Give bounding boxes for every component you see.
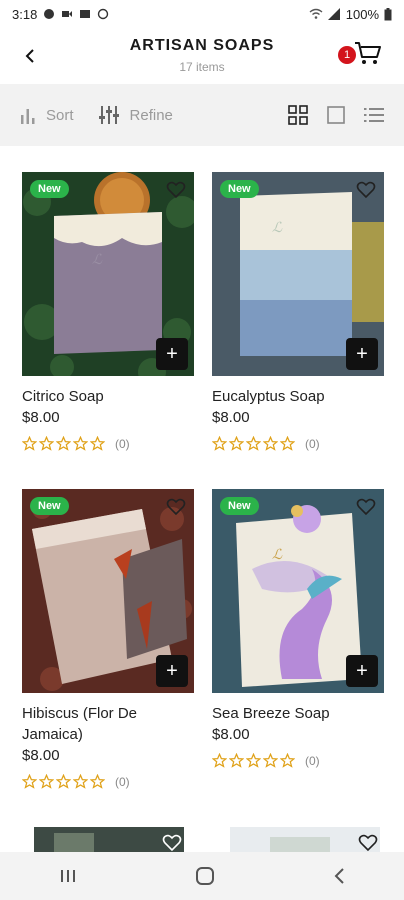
product-name[interactable]: Eucalyptus Soap xyxy=(212,386,384,407)
list-view-icon[interactable] xyxy=(364,106,384,124)
star-icon xyxy=(280,753,295,768)
status-time: 3:18 xyxy=(12,6,38,22)
star-icon xyxy=(22,774,37,789)
svg-text:ℒ: ℒ xyxy=(272,548,283,563)
product-name[interactable]: Hibiscus (Flor De Jamaica) xyxy=(22,703,194,745)
star-icon xyxy=(263,753,278,768)
image-icon xyxy=(80,10,91,18)
product-card[interactable]: ℒ New + Sea Breeze Soap $8.00 (0) xyxy=(212,489,384,768)
instagram-icon xyxy=(98,8,109,20)
rating-stars: (0) xyxy=(22,774,194,789)
notification-icon xyxy=(44,9,55,19)
plus-icon: + xyxy=(356,659,368,682)
heart-icon[interactable] xyxy=(166,180,186,200)
product-name[interactable]: Citrico Soap xyxy=(22,386,194,407)
product-card[interactable]: New + Hibiscus (Flor De Jamaica) $8.00 (… xyxy=(22,489,194,789)
star-icon xyxy=(229,436,244,451)
star-icon xyxy=(246,753,261,768)
heart-icon[interactable] xyxy=(162,833,182,853)
product-image[interactable]: New + xyxy=(22,489,194,693)
add-to-cart-button[interactable]: + xyxy=(346,655,378,687)
cart-icon xyxy=(355,42,381,64)
wifi-icon xyxy=(309,8,323,19)
star-icon xyxy=(212,436,227,451)
star-icon xyxy=(22,436,37,451)
recent-apps-icon[interactable] xyxy=(58,867,78,885)
refine-button[interactable]: Refine xyxy=(98,105,173,125)
heart-icon[interactable] xyxy=(356,180,376,200)
product-image[interactable]: ℒ New + xyxy=(212,489,384,693)
star-icon xyxy=(212,753,227,768)
star-icon xyxy=(39,774,54,789)
star-icon xyxy=(39,436,54,451)
star-icon xyxy=(229,753,244,768)
add-to-cart-button[interactable]: + xyxy=(346,338,378,370)
rating-count: (0) xyxy=(115,774,130,789)
product-card[interactable]: ℒ New + Citrico Soap $8.00 (0) xyxy=(22,172,194,451)
product-price: $8.00 xyxy=(22,409,60,426)
svg-text:ℒ: ℒ xyxy=(272,221,283,236)
product-card[interactable]: ℒ New + Eucalyptus Soap $8.00 (0) xyxy=(212,172,384,451)
star-icon xyxy=(263,436,278,451)
battery-text: 100% xyxy=(345,6,379,22)
heart-icon[interactable] xyxy=(166,497,186,517)
add-to-cart-button[interactable]: + xyxy=(156,655,188,687)
new-badge: New xyxy=(30,497,69,515)
star-icon xyxy=(90,774,105,789)
star-icon xyxy=(73,774,88,789)
home-icon[interactable] xyxy=(195,866,215,886)
single-view-icon[interactable] xyxy=(326,105,346,125)
star-icon xyxy=(246,436,261,451)
new-badge: New xyxy=(30,180,69,198)
sort-button[interactable]: Sort xyxy=(20,106,74,124)
refine-icon xyxy=(98,106,119,124)
rating-stars: (0) xyxy=(212,753,384,768)
signal-icon xyxy=(327,8,340,20)
rating-stars: (0) xyxy=(22,436,194,451)
star-icon xyxy=(56,436,71,451)
plus-icon: + xyxy=(166,342,178,365)
product-image[interactable]: ℒ New + xyxy=(22,172,194,376)
product-price: $8.00 xyxy=(22,747,60,764)
cart-button[interactable]: 1 xyxy=(338,40,386,72)
star-icon xyxy=(90,436,105,451)
rating-count: (0) xyxy=(115,436,130,451)
product-price: $8.00 xyxy=(212,409,250,426)
new-badge: New xyxy=(220,497,259,515)
refine-label: Refine xyxy=(129,106,173,124)
plus-icon: + xyxy=(166,659,178,682)
plus-icon: + xyxy=(356,342,368,365)
header: ARTISAN SOAPS 17 items 1 xyxy=(0,28,404,84)
rating-count: (0) xyxy=(305,436,320,451)
video-icon xyxy=(62,11,73,17)
grid-view-icon[interactable] xyxy=(288,105,308,125)
filter-toolbar: Sort Refine xyxy=(0,84,404,146)
cart-badge: 1 xyxy=(338,46,356,64)
product-image[interactable]: ℒ New + xyxy=(212,172,384,376)
svg-text:ℒ: ℒ xyxy=(92,253,103,268)
rating-stars: (0) xyxy=(212,436,384,451)
product-name[interactable]: Sea Breeze Soap xyxy=(212,703,384,724)
star-icon xyxy=(73,436,88,451)
heart-icon[interactable] xyxy=(356,497,376,517)
sort-label: Sort xyxy=(46,106,74,124)
sort-icon xyxy=(21,109,35,124)
status-bar: 3:18 100% xyxy=(0,0,404,28)
star-icon xyxy=(56,774,71,789)
new-badge: New xyxy=(220,180,259,198)
product-price: $8.00 xyxy=(212,726,250,743)
back-nav-icon[interactable] xyxy=(332,867,346,885)
rating-count: (0) xyxy=(305,753,320,768)
heart-icon[interactable] xyxy=(358,833,378,853)
system-navigation-bar xyxy=(0,852,404,900)
star-icon xyxy=(280,436,295,451)
add-to-cart-button[interactable]: + xyxy=(156,338,188,370)
battery-icon xyxy=(384,7,392,20)
